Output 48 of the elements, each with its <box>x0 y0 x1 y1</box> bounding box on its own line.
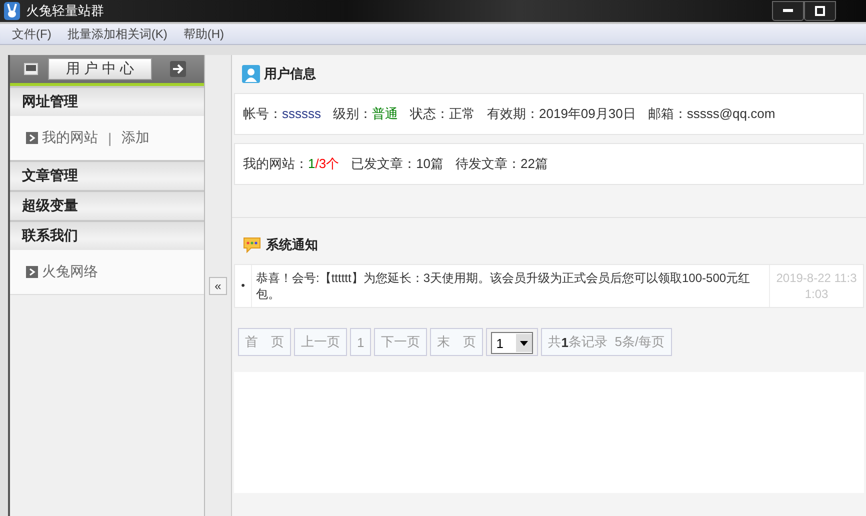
notice-time: 2019-8-22 11:31:03 <box>769 265 863 307</box>
menu-item[interactable]: 帮助(H) <box>175 26 232 42</box>
window-title: 火兔轻量站群 <box>26 2 104 20</box>
panel-title: 系统通知 <box>266 236 318 254</box>
field-value: 1 <box>308 156 316 171</box>
arrow-bullet-icon <box>26 266 38 278</box>
monitor-icon[interactable] <box>24 63 38 75</box>
menu-item[interactable]: 批量添加相关词(K) <box>59 26 176 42</box>
field-label: 帐号： <box>243 106 282 121</box>
user-center-button[interactable]: 用 户 中 心 <box>48 58 152 80</box>
field-value: 2019年09月30日 <box>539 106 636 121</box>
minimize-icon[interactable] <box>783 9 793 13</box>
field-label: 状态： <box>410 106 449 121</box>
field-value: ssssss <box>282 106 321 121</box>
field-label: 待发文章： <box>456 156 521 171</box>
maximize-icon[interactable] <box>815 6 825 16</box>
field-value: 正常 <box>449 106 475 121</box>
section-header[interactable]: 联系我们 <box>10 220 204 250</box>
field-label: 级别： <box>333 106 372 121</box>
bullet: • <box>240 280 246 292</box>
sidebar-link[interactable]: 我的网站 <box>42 129 98 147</box>
record-summary: 共1条记录 5条/每页 <box>541 328 672 356</box>
separator: | <box>108 130 112 146</box>
field-value: 22篇 <box>520 156 548 171</box>
rabbit-icon <box>4 2 20 20</box>
menu-item[interactable]: 文件(F) <box>4 26 60 42</box>
collapse-button[interactable]: « <box>209 277 227 295</box>
arrow-right-icon[interactable] <box>170 61 186 77</box>
sidebar-link[interactable]: 添加 <box>122 129 150 147</box>
field-value: /3个 <box>315 156 340 171</box>
field-label: 邮箱： <box>648 106 687 121</box>
notice-text: 恭喜！会号:【tttttt】为您延长：3天使用期。该会员升级为正式会员后您可以领取100-500元红包。 <box>251 265 769 307</box>
field-label: 我的网站： <box>243 156 308 171</box>
section-header[interactable]: 文章管理 <box>10 160 204 190</box>
field-value: 10篇 <box>416 156 444 171</box>
chat-bubble-icon <box>242 236 262 254</box>
panel-title: 用户信息 <box>264 65 316 83</box>
arrow-bullet-icon <box>26 132 38 144</box>
dropdown-caret-icon[interactable] <box>520 340 528 346</box>
sidebar-link[interactable]: 火兔网络 <box>42 263 98 281</box>
section-header[interactable]: 超级变量 <box>10 190 204 220</box>
section-header[interactable]: 网址管理 <box>10 86 204 116</box>
field-label: 已发文章： <box>351 156 416 171</box>
user-icon <box>242 65 260 83</box>
field-label: 有效期： <box>487 106 539 121</box>
page-select[interactable]: 1 <box>491 332 534 354</box>
field-value: sssss@qq.com <box>686 106 776 121</box>
field-value: 普通 <box>372 106 398 121</box>
